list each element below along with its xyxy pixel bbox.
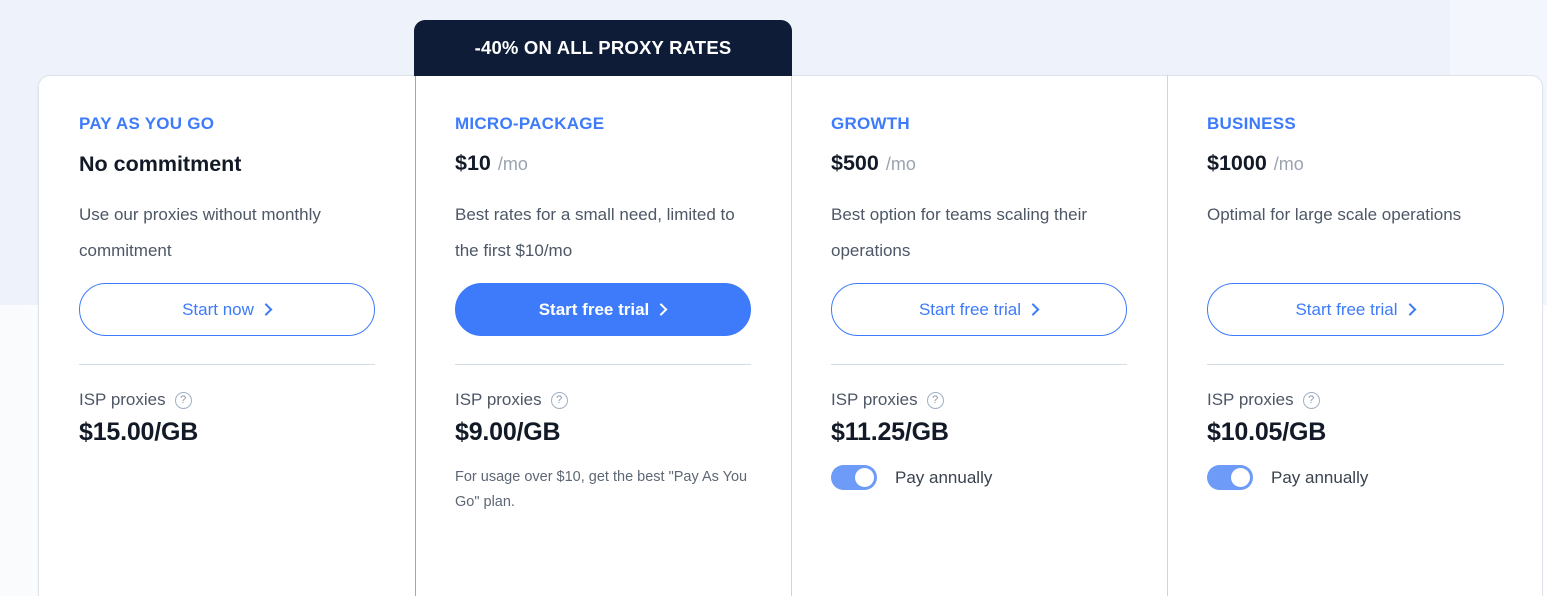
pay-annually-row: Pay annually [1207, 465, 1504, 490]
plan-name: BUSINESS [1207, 114, 1296, 133]
isp-proxies-row: ISP proxies ? [831, 390, 1127, 410]
plan-period: /mo [1273, 154, 1304, 174]
plan-description: Use our proxies without monthly commitme… [79, 205, 321, 260]
plan-description: Best option for teams scaling their oper… [831, 205, 1088, 260]
card-separator [1207, 364, 1504, 365]
plan-card-growth: GROWTH $500 /mo Best option for teams sc… [791, 75, 1167, 596]
plan-price-row: $10 /mo [455, 151, 751, 177]
plan-name: MICRO-PACKAGE [455, 114, 605, 133]
start-now-button[interactable]: Start now [79, 283, 375, 336]
help-circle-icon[interactable]: ? [550, 391, 568, 409]
isp-proxies-row: ISP proxies ? [455, 390, 751, 410]
toggle-knob [855, 468, 874, 487]
isp-proxies-row: ISP proxies ? [79, 390, 375, 410]
cta-label: Start free trial [1295, 299, 1398, 319]
plan-card-micro-package: MICRO-PACKAGE $10 /mo Best rates for a s… [415, 75, 792, 596]
plan-price: $10 [455, 151, 491, 175]
card-separator [455, 364, 751, 365]
cta-label: Start free trial [538, 299, 650, 319]
toggle-knob [1231, 468, 1250, 487]
promo-banner-label: -40% ON ALL PROXY RATES [474, 37, 732, 58]
card-separator [79, 364, 375, 365]
isp-proxies-price: $11.25/GB [831, 418, 949, 446]
plan-price: $500 [831, 151, 879, 175]
plan-price: $1000 [1207, 151, 1267, 175]
start-free-trial-button[interactable]: Start free trial [831, 283, 1127, 336]
isp-proxies-label: ISP proxies [79, 390, 166, 409]
plan-headline: No commitment [79, 152, 242, 176]
plan-description: Best rates for a small need, limited to … [455, 205, 735, 260]
chevron-right-icon [654, 303, 668, 316]
pay-annually-label: Pay annually [1271, 467, 1369, 487]
help-circle-icon[interactable]: ? [1302, 391, 1320, 409]
plan-period: /mo [885, 154, 916, 174]
chevron-right-icon [1026, 303, 1040, 316]
card-separator [831, 364, 1127, 365]
plan-period: /mo [497, 154, 528, 174]
pay-annually-toggle[interactable] [1207, 465, 1253, 490]
plan-name: PAY AS YOU GO [79, 114, 215, 133]
plan-card-pay-as-you-go: PAY AS YOU GO No commitment Use our prox… [39, 76, 415, 596]
plan-price-row: $1000 /mo [1207, 151, 1504, 177]
cta-label: Start free trial [918, 299, 1022, 319]
isp-proxies-price: $9.00/GB [455, 418, 561, 446]
isp-proxies-row: ISP proxies ? [1207, 390, 1504, 410]
isp-proxies-label: ISP proxies [455, 390, 542, 409]
start-free-trial-button[interactable]: Start free trial [455, 283, 751, 336]
help-circle-icon[interactable]: ? [174, 391, 192, 409]
isp-proxies-price: $15.00/GB [79, 418, 199, 446]
chevron-right-icon [1403, 303, 1416, 316]
pay-annually-row: Pay annually [831, 465, 1127, 490]
plan-description: Optimal for large scale operations [1207, 205, 1462, 224]
start-free-trial-button[interactable]: Start free trial [1207, 283, 1504, 336]
promo-banner: -40% ON ALL PROXY RATES [414, 20, 792, 76]
isp-proxies-label: ISP proxies [831, 390, 918, 409]
plan-card-business: BUSINESS $1000 /mo Optimal for large sca… [1167, 75, 1544, 596]
plan-price-row: $500 /mo [831, 151, 1127, 177]
cta-label: Start now [182, 299, 254, 319]
isp-proxies-label: ISP proxies [1207, 390, 1294, 409]
isp-proxies-price: $10.05/GB [1207, 418, 1327, 446]
pricing-table: PAY AS YOU GO No commitment Use our prox… [38, 75, 1543, 596]
chevron-right-icon [259, 303, 273, 316]
pay-annually-toggle[interactable] [831, 465, 877, 490]
plan-name: GROWTH [831, 114, 910, 133]
pay-annually-label: Pay annually [895, 467, 993, 487]
help-circle-icon[interactable]: ? [926, 391, 944, 409]
plan-note: For usage over $10, get the best "Pay As… [455, 469, 748, 510]
